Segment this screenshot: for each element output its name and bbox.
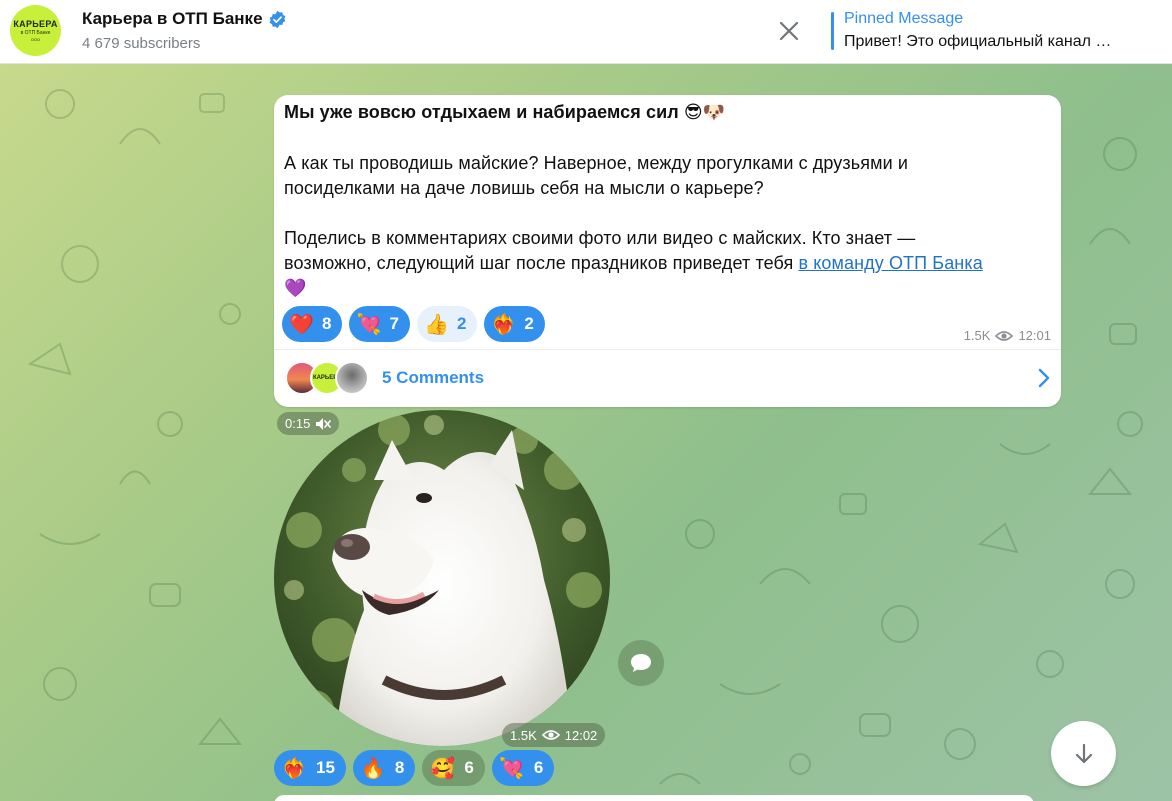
mute-icon [316, 417, 332, 430]
heart-arrow-emoji: 💘 [499, 757, 525, 780]
video-view-count: 1.5K [510, 727, 537, 743]
arrow-down-icon [1075, 743, 1092, 763]
verified-icon [269, 10, 285, 28]
reaction-heart[interactable]: ❤️ 8 [282, 306, 343, 342]
reaction-heart-arrow[interactable]: 💘 6 [491, 750, 555, 786]
channel-post: Мы уже вовсю отдыхаем и набираемся сил 😎… [274, 95, 1061, 407]
post-text-line: посиделками на даче ловишь себя на мысли… [284, 178, 764, 198]
video-duration: 0:15 [285, 416, 311, 431]
video-duration-pill: 0:15 [277, 412, 340, 435]
reaction-heart-fire[interactable]: ❤️‍🔥 2 [484, 306, 545, 342]
post-text-line: Поделись в комментариях своими фото или … [284, 228, 916, 248]
heart-fire-emoji: ❤️‍🔥 [281, 757, 307, 780]
post-time: 12:01 [1018, 328, 1051, 343]
channel-title[interactable]: Карьера в ОТП Банке [82, 9, 287, 29]
pinned-indicator-bar [831, 12, 834, 50]
post-reactions: ❤️ 8 💘 7 👍 2 ❤️‍🔥 2 [282, 306, 545, 342]
view-count: 1.5K [963, 328, 991, 343]
pinned-text[interactable]: Привет! Это официальный канал … [844, 33, 1111, 51]
subscriber-count: 4 679 subscribers [82, 35, 201, 52]
reaction-count: 7 [389, 314, 399, 333]
post-text-line: А как ты проводишь майские? Наверное, ме… [284, 153, 908, 173]
video-reactions: ❤️‍🔥 15 🔥 8 🥰 6 💘 6 [274, 750, 555, 786]
video-meta: 1.5K 12:02 [502, 723, 606, 747]
chat-header: КАРЬЕРА в ОТП Банке ООО Карьера в ОТП Ба… [0, 0, 1172, 64]
reaction-smiling-hearts[interactable]: 🥰 6 [422, 750, 485, 786]
reaction-fire[interactable]: 🔥 8 [352, 750, 416, 786]
next-message-edge [274, 795, 1034, 801]
avatar-text-line2: в ОТП Банке [20, 30, 51, 36]
scroll-to-bottom-button[interactable] [1051, 721, 1116, 786]
comments-button[interactable]: КАРЬЕРА 5 Comments [274, 350, 1061, 406]
reaction-count: 15 [316, 758, 335, 777]
reaction-count: 6 [533, 758, 544, 777]
reaction-count: 6 [464, 758, 474, 777]
avatar-text-line1: КАРЬЕРА [13, 19, 58, 29]
video-comment-button[interactable] [618, 640, 664, 686]
chevron-right-icon [1038, 368, 1050, 388]
dog-video-frame [274, 410, 610, 746]
post-text-line: возможно, следующий шаг после праздников… [284, 253, 983, 274]
close-pinned-button[interactable] [774, 16, 804, 46]
post-text-fragment: возможно, следующий шаг после праздников… [284, 253, 799, 273]
commenter-avatar [335, 361, 369, 395]
heart-arrow-emoji: 💘 [356, 313, 382, 336]
round-video-message[interactable] [274, 410, 610, 746]
close-icon [779, 21, 799, 41]
channel-avatar[interactable]: КАРЬЕРА в ОТП Банке ООО [10, 5, 61, 56]
thumbs-up-emoji: 👍 [423, 313, 449, 336]
video-time: 12:02 [564, 727, 598, 743]
channel-name: Карьера в ОТП Банке [82, 9, 263, 28]
reaction-heart-arrow[interactable]: 💘 7 [349, 306, 410, 342]
reaction-count: 2 [456, 314, 467, 333]
heart-emoji: ❤️ [289, 313, 314, 336]
reaction-count: 8 [322, 314, 332, 333]
reaction-count: 8 [394, 758, 405, 777]
reaction-heart-fire[interactable]: ❤️‍🔥 15 [274, 750, 346, 786]
fire-emoji: 🔥 [360, 757, 386, 780]
eye-icon [541, 730, 560, 740]
post-headline: Мы уже вовсю отдыхаем и набираемся сил 😎… [284, 102, 726, 122]
comment-icon [631, 654, 651, 672]
smiling-hearts-emoji: 🥰 [429, 757, 455, 780]
eye-icon [995, 330, 1014, 341]
post-meta: 1.5K 12:01 [964, 328, 1051, 343]
reaction-count: 2 [524, 314, 534, 333]
reaction-thumbs-up[interactable]: 👍 2 [416, 306, 478, 342]
pinned-label[interactable]: Pinned Message [844, 10, 963, 28]
post-emoji-line: 💜 [284, 278, 307, 298]
avatar-text-line3: ООО [30, 37, 41, 42]
heart-fire-emoji: ❤️‍🔥 [491, 313, 517, 336]
comments-label: 5 Comments [382, 368, 485, 387]
post-link[interactable]: в команду ОТП Банка [798, 253, 982, 273]
